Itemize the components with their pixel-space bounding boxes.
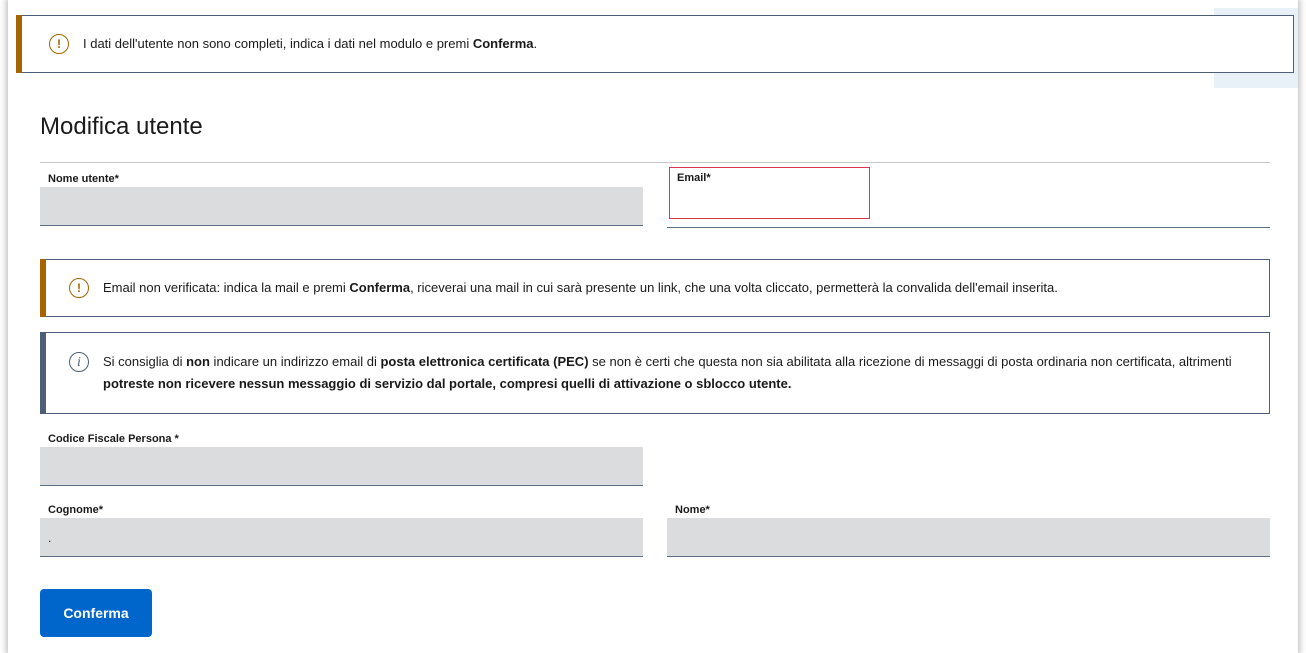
first-name-input[interactable] — [667, 518, 1270, 557]
title-divider — [40, 162, 1270, 163]
username-field: Nome utente* — [40, 172, 643, 226]
email-field: Email* — [667, 167, 1270, 228]
alert-text-bold: non — [186, 354, 210, 369]
fiscal-code-label: Codice Fiscale Persona * — [48, 433, 179, 445]
email-label: Email* — [677, 172, 711, 184]
alert-text-part: se non è certi che questa non sia abilit… — [588, 354, 1232, 369]
fiscal-code-input[interactable] — [40, 447, 643, 486]
exclamation-circle-icon: ! — [49, 34, 69, 54]
alert-text: I dati dell'utente non sono completi, in… — [83, 34, 537, 54]
alert-accent-bar — [40, 332, 46, 414]
alert-text-bold: posta elettronica certificata (PEC) — [380, 354, 589, 369]
alert-text-bold: Conferma — [472, 36, 534, 51]
first-name-field: Nome* — [667, 503, 1270, 557]
fiscal-code-field: Codice Fiscale Persona * — [40, 432, 643, 486]
incomplete-data-alert: ! I dati dell'utente non sono completi, … — [16, 15, 1294, 73]
surname-input[interactable] — [40, 518, 643, 557]
alert-text: Email non verificata: indica la mail e p… — [103, 278, 1058, 298]
alert-text-bold: Conferma — [349, 280, 411, 295]
alert-accent-bar — [40, 259, 46, 317]
username-label: Nome utente* — [48, 173, 119, 185]
first-name-label: Nome* — [675, 504, 710, 516]
alert-text-part: Si consiglia di — [103, 354, 187, 369]
alert-text-part: indicare un indirizzo email di — [209, 354, 381, 369]
username-input[interactable] — [40, 187, 643, 226]
info-circle-icon: i — [69, 352, 89, 372]
alert-text: Si consiglia di non indicare un indirizz… — [103, 351, 1243, 395]
alert-text-bold: potreste non ricevere nessun messaggio d… — [103, 376, 792, 391]
page-title: Modifica utente — [40, 113, 203, 140]
alert-accent-bar — [16, 15, 22, 73]
exclamation-circle-icon: ! — [69, 278, 89, 298]
pec-info-alert: i Si consiglia di non indicare un indiri… — [40, 332, 1270, 414]
email-not-verified-alert: ! Email non verificata: indica la mail e… — [40, 259, 1270, 317]
surname-field: Cognome* — [40, 503, 643, 557]
alert-text-part: Email non verificata: indica la mail e p… — [103, 280, 350, 295]
alert-text-part: . — [533, 36, 538, 51]
alert-text-part: , riceverai una mail in cui sarà present… — [410, 280, 1058, 295]
alert-text-part: I dati dell'utente non sono completi, in… — [83, 36, 473, 51]
confirm-button[interactable]: Conferma — [40, 589, 152, 637]
surname-label: Cognome* — [48, 504, 103, 516]
